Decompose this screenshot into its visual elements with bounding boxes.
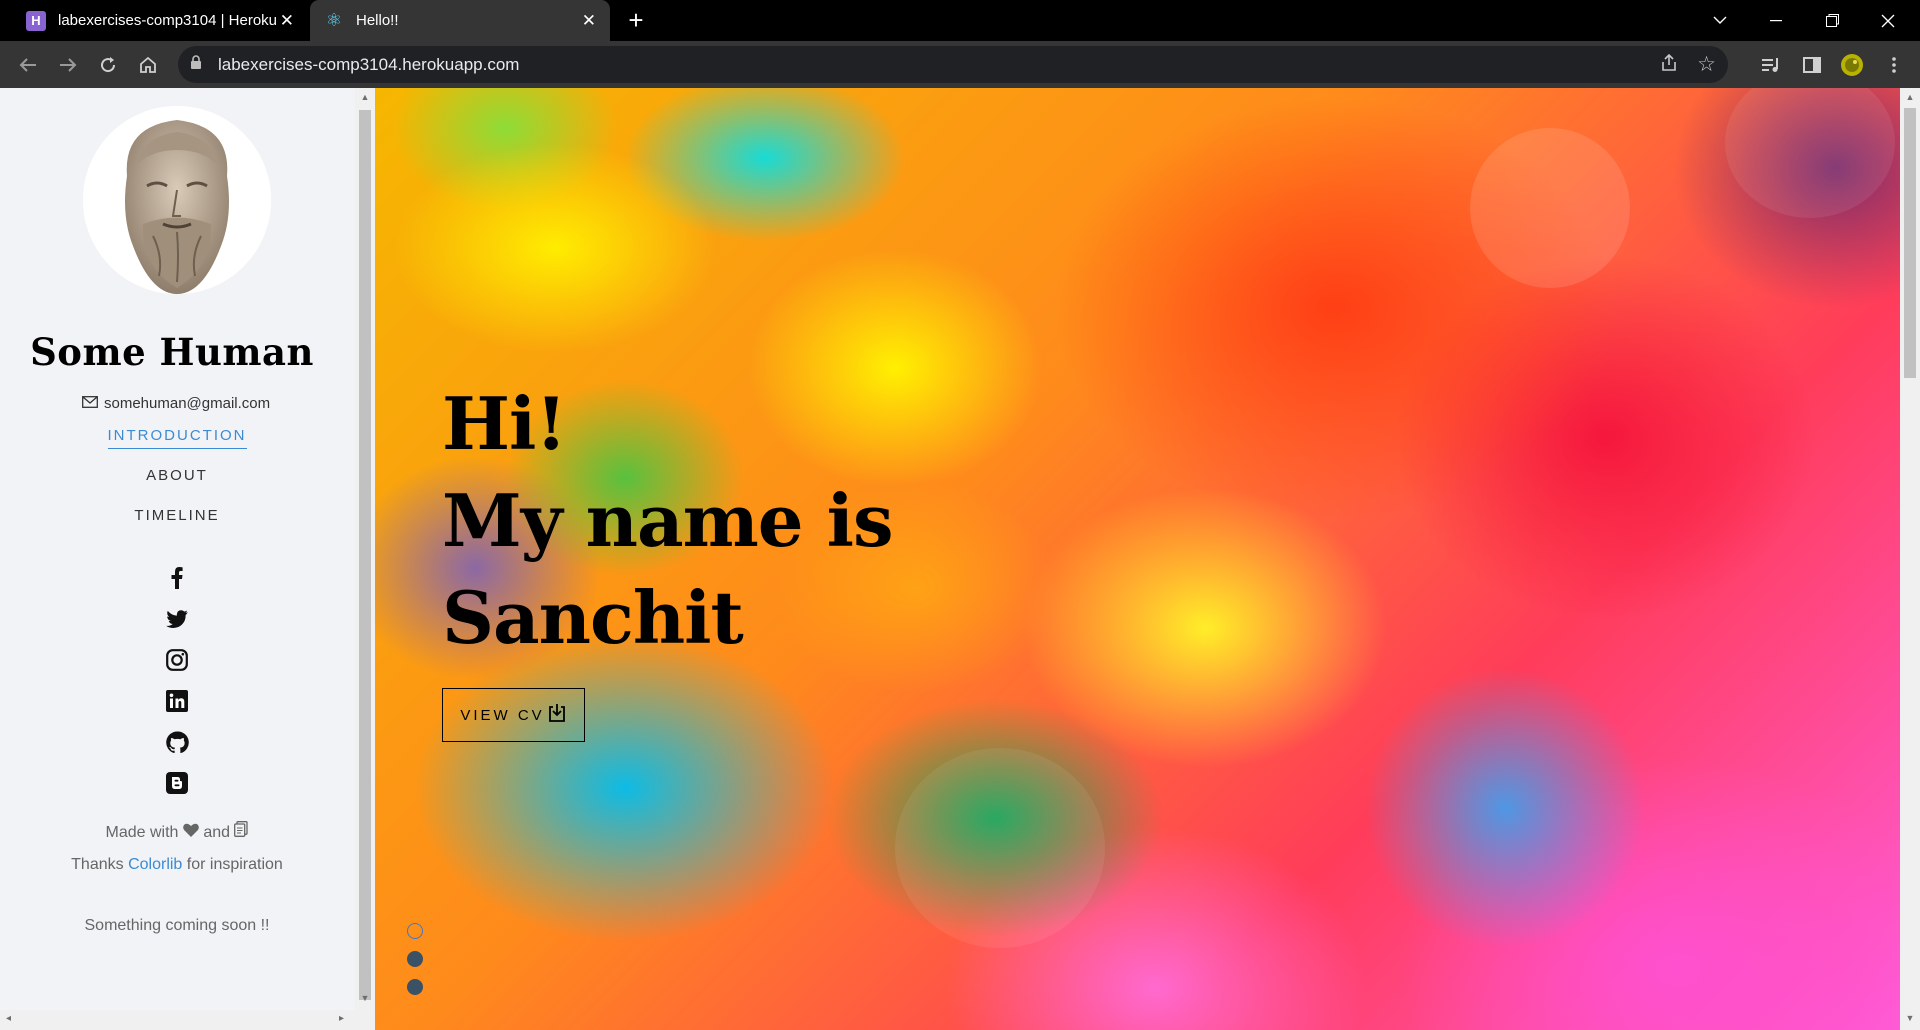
page-viewport: Some Human somehuman@gmail.com INTRODUCT… bbox=[0, 88, 1920, 1030]
facebook-icon[interactable] bbox=[163, 564, 191, 592]
hero-section: Hi! My name is Sanchit VIEW CV bbox=[375, 88, 1900, 1030]
nav-label: INTRODUCTION bbox=[107, 427, 247, 449]
star-icon[interactable]: ☆ bbox=[1697, 52, 1716, 77]
sidebar: Some Human somehuman@gmail.com INTRODUCT… bbox=[0, 88, 355, 1030]
sidepanel-icon[interactable] bbox=[1798, 51, 1826, 79]
twitter-icon[interactable] bbox=[163, 605, 191, 633]
scroll-up-icon[interactable]: ▲ bbox=[1905, 92, 1915, 102]
tab-title: Hello!! bbox=[356, 12, 399, 29]
new-tab-button[interactable]: + bbox=[622, 7, 650, 35]
thanks-credit: Thanks Colorlib for inspiration bbox=[0, 856, 354, 874]
bokeh-circle bbox=[1725, 88, 1895, 218]
bokeh-circle bbox=[1470, 128, 1630, 288]
nav-label: ABOUT bbox=[146, 467, 208, 484]
close-icon[interactable] bbox=[1860, 0, 1916, 41]
nav-timeline[interactable]: TIMELINE bbox=[0, 507, 354, 524]
colorlib-link[interactable]: Colorlib bbox=[128, 856, 182, 873]
nav-about[interactable]: ABOUT bbox=[0, 467, 354, 484]
slide-dot-1[interactable] bbox=[407, 923, 423, 939]
email-text[interactable]: somehuman@gmail.com bbox=[104, 395, 270, 412]
hero-line-2: My name is bbox=[442, 478, 894, 563]
home-icon[interactable] bbox=[134, 51, 162, 79]
minimize-icon[interactable] bbox=[1748, 0, 1804, 41]
close-tab-icon[interactable]: ✕ bbox=[280, 12, 294, 29]
email-row: somehuman@gmail.com bbox=[82, 395, 270, 412]
view-cv-label: VIEW CV bbox=[460, 706, 545, 724]
sidebar-scroll-thumb[interactable] bbox=[359, 110, 371, 1000]
avatar bbox=[83, 106, 271, 294]
page-scroll-thumb[interactable] bbox=[1904, 108, 1916, 378]
and-text: and bbox=[203, 824, 231, 841]
download-icon bbox=[547, 703, 567, 728]
browser-toolbar: labexercises-comp3104.herokuapp.com ☆ bbox=[0, 41, 1920, 88]
menu-icon[interactable] bbox=[1880, 51, 1908, 79]
tab-search-icon[interactable] bbox=[1692, 0, 1748, 41]
profile-name: Some Human bbox=[30, 330, 314, 374]
restore-icon[interactable] bbox=[1804, 0, 1860, 41]
scroll-down-icon[interactable]: ▼ bbox=[1905, 1013, 1915, 1023]
scroll-up-icon[interactable]: ▲ bbox=[360, 92, 370, 102]
hero-line-1: Hi! bbox=[442, 381, 567, 466]
forward-icon[interactable] bbox=[54, 51, 82, 79]
scroll-right-icon[interactable]: ▸ bbox=[339, 1013, 344, 1024]
envelope-icon bbox=[82, 395, 98, 412]
hero-line-3: Sanchit bbox=[442, 575, 744, 660]
for-inspiration-text: for inspiration bbox=[186, 856, 283, 873]
nav-introduction[interactable]: INTRODUCTION bbox=[0, 427, 354, 449]
document-icon bbox=[234, 821, 249, 841]
made-with-text: Made with bbox=[105, 824, 179, 841]
github-icon[interactable] bbox=[163, 728, 191, 756]
hero-heading: Hi! My name is Sanchit bbox=[442, 375, 894, 666]
share-icon[interactable] bbox=[1660, 53, 1678, 77]
close-tab-icon[interactable]: ✕ bbox=[582, 12, 596, 29]
url-text[interactable]: labexercises-comp3104.herokuapp.com bbox=[218, 55, 519, 75]
bokeh-circle bbox=[895, 748, 1105, 948]
tab-heroku[interactable]: H labexercises-comp3104 | Heroku ✕ bbox=[12, 0, 308, 41]
reload-icon[interactable] bbox=[94, 51, 122, 79]
media-icon[interactable] bbox=[1758, 51, 1786, 79]
sidebar-horizontal-scrollbar[interactable]: ◂ ▸ bbox=[0, 1010, 355, 1030]
browser-tabbar: H labexercises-comp3104 | Heroku ✕ ⚛ Hel… bbox=[0, 0, 1920, 41]
coming-soon-text: Something coming soon !! bbox=[84, 917, 270, 934]
sidebar-scrollbar[interactable]: ▲ ▼ bbox=[355, 88, 375, 1030]
back-icon[interactable] bbox=[14, 51, 42, 79]
heart-icon bbox=[183, 823, 203, 841]
tab-title: labexercises-comp3104 | Heroku bbox=[58, 12, 278, 29]
instagram-icon[interactable] bbox=[163, 646, 191, 674]
react-icon: ⚛ bbox=[325, 10, 343, 30]
heroku-icon: H bbox=[26, 10, 46, 31]
profile-icon[interactable] bbox=[1838, 51, 1866, 79]
slide-dot-2[interactable] bbox=[407, 951, 423, 967]
address-bar[interactable]: labexercises-comp3104.herokuapp.com ☆ bbox=[178, 46, 1728, 83]
slide-dot-3[interactable] bbox=[407, 979, 423, 995]
linkedin-icon[interactable] bbox=[163, 687, 191, 715]
nav-label: TIMELINE bbox=[134, 507, 220, 524]
blogger-icon[interactable] bbox=[163, 769, 191, 797]
made-with-credit: Made with and bbox=[0, 821, 354, 842]
scroll-down-icon[interactable]: ▼ bbox=[360, 993, 370, 1003]
thanks-text: Thanks bbox=[71, 856, 124, 873]
view-cv-button[interactable]: VIEW CV bbox=[442, 688, 585, 742]
page-scrollbar[interactable]: ▲ ▼ bbox=[1900, 88, 1920, 1030]
tab-hello[interactable]: ⚛ Hello!! ✕ bbox=[310, 0, 610, 41]
scroll-left-icon[interactable]: ◂ bbox=[6, 1013, 11, 1024]
lock-icon[interactable] bbox=[190, 55, 208, 73]
slider-dots bbox=[407, 923, 423, 1007]
